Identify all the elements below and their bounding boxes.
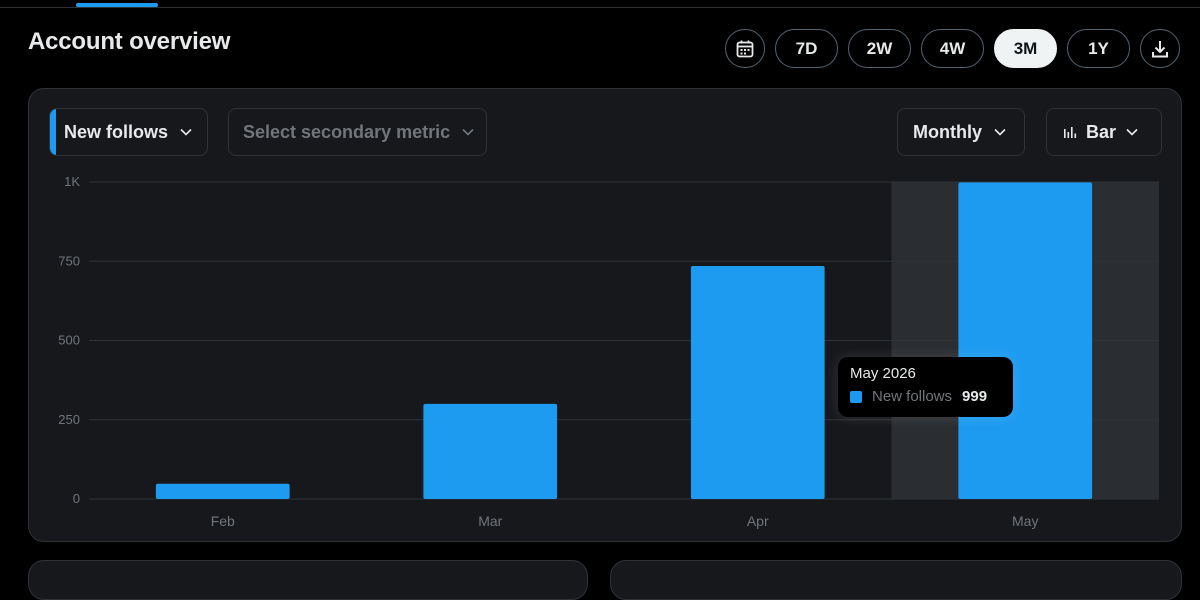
download-icon (1152, 40, 1168, 57)
x-tick-label: May (1012, 513, 1038, 529)
page-title: Account overview (28, 28, 231, 55)
y-tick-label: 750 (58, 253, 80, 268)
secondary-metric-dropdown[interactable]: Select secondary metric (228, 108, 487, 156)
chevron-down-icon (180, 128, 192, 136)
y-tick-label: 500 (58, 333, 80, 348)
chevron-down-icon (462, 128, 474, 136)
bar (155, 483, 290, 499)
x-tick-label: Apr (747, 513, 769, 529)
range-1y-button[interactable]: 1Y (1067, 29, 1130, 68)
tooltip-swatch (850, 390, 862, 403)
secondary-metric-placeholder: Select secondary metric (243, 121, 451, 142)
next-card (28, 560, 588, 600)
range-4w-button[interactable]: 4W (921, 29, 984, 68)
chevron-down-icon (1126, 128, 1138, 136)
primary-metric-dropdown[interactable]: New follows (49, 108, 208, 156)
download-button[interactable] (1140, 29, 1180, 68)
range-7d-button[interactable]: 7D (775, 29, 838, 68)
y-tick-label: 1K (64, 174, 80, 189)
x-tick-label: Feb (211, 513, 235, 529)
chart-tooltip: May 2026 New follows 999 (838, 357, 1013, 417)
next-card (610, 560, 1182, 600)
y-tick-label: 250 (58, 412, 80, 427)
bar (690, 266, 825, 499)
tab-bar-divider (0, 7, 1200, 8)
metric-color-accent (50, 109, 56, 155)
granularity-label: Monthly (913, 121, 982, 142)
chart-type-label: Bar (1086, 121, 1117, 142)
calendar-button[interactable] (725, 29, 765, 68)
range-3m-button[interactable]: 3M (994, 29, 1057, 68)
range-2w-button[interactable]: 2W (848, 29, 911, 68)
primary-metric-label: New follows (64, 121, 169, 142)
tooltip-row: New follows 999 (850, 388, 1001, 405)
tooltip-title: May 2026 (850, 365, 916, 382)
tooltip-label: New follows (872, 388, 953, 405)
bar-chart-icon (1064, 127, 1077, 138)
calendar-icon (736, 40, 754, 57)
y-tick-label: 0 (73, 491, 80, 506)
granularity-dropdown[interactable]: Monthly (897, 108, 1025, 156)
chevron-down-icon (994, 128, 1006, 136)
x-tick-label: Mar (478, 513, 502, 529)
date-range-selector: 7D 2W 4W 3M 1Y (725, 29, 1180, 68)
analytics-chart-card: 0 250 500 750 1K Feb Mar Apr May New follows Sel… (28, 88, 1182, 542)
bar (958, 182, 1093, 499)
bar-chart: 0 250 500 750 1K Feb Mar Apr May (58, 174, 1159, 529)
chart-type-dropdown[interactable]: Bar (1046, 108, 1162, 156)
bar (423, 403, 558, 499)
tooltip-value: 999 (962, 388, 988, 405)
active-tab-indicator (76, 3, 158, 7)
